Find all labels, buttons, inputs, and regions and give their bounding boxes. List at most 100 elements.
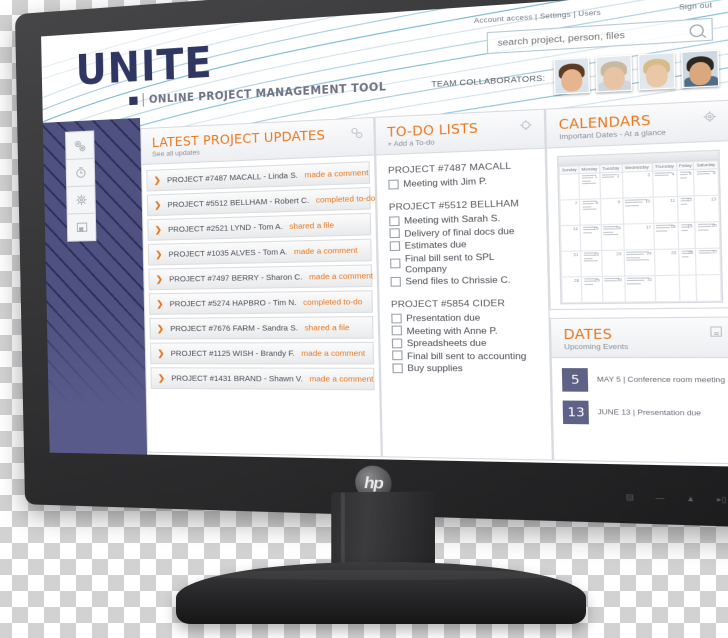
calendar-event-line — [679, 174, 688, 176]
update-row[interactable]: ❯ PROJECT #7487 MACALL - Linda S. made a c… — [146, 161, 371, 192]
plus-button[interactable]: ▲ — [686, 495, 695, 503]
todo-item[interactable]: Spreadsheets due — [391, 337, 537, 348]
calendar-event-line — [604, 280, 617, 282]
calendar-day-cell[interactable]: 17 — [623, 223, 655, 251]
calendar-day-cell[interactable]: 28 — [561, 276, 583, 303]
gears-icon[interactable] — [348, 125, 364, 141]
date-event-row[interactable]: 13 JUNE 13 | Presentation due — [562, 400, 726, 427]
sidebar-item-window[interactable] — [66, 212, 97, 242]
calendar-day-cell[interactable]: 22 — [580, 250, 603, 277]
calendar-day-number: 26 — [688, 249, 694, 255]
checkbox[interactable] — [390, 258, 401, 269]
search-icon[interactable] — [689, 23, 704, 37]
calendar-day-cell[interactable] — [679, 274, 698, 302]
note-icon[interactable] — [708, 325, 724, 339]
checkbox[interactable] — [392, 362, 403, 373]
calendar-day-number: 20 — [711, 222, 717, 228]
todo-item[interactable]: Meeting with Jim P. — [388, 174, 533, 190]
update-row[interactable]: ❯ PROJECT #1125 WISH - Brandy F. made a co… — [149, 341, 375, 365]
update-row[interactable]: ❯ PROJECT #5512 BELLHAM - Robert C. comple… — [146, 186, 376, 217]
todo-group: PROJECT #5512 BELLHAM Meeting with Sarah … — [389, 197, 536, 287]
calendar-day-cell[interactable]: 29 — [581, 276, 603, 303]
gear-icon[interactable] — [700, 108, 719, 125]
calendar-day-cell[interactable]: 27 — [695, 248, 721, 275]
avatar[interactable] — [595, 54, 633, 93]
calendar-day-cell[interactable]: 11 — [652, 196, 679, 224]
calendar-day-cell[interactable]: 23 — [601, 250, 625, 277]
calendar-day-cell[interactable]: 3 — [621, 171, 653, 199]
calendar-day-cell[interactable]: 2 — [599, 172, 623, 199]
update-row[interactable]: ❯ PROJECT #2521 LYND - Tom A. shared a fil… — [147, 212, 372, 241]
todo-item[interactable]: Presentation due — [391, 311, 536, 323]
checkbox[interactable] — [390, 276, 401, 287]
checkbox[interactable] — [391, 313, 402, 323]
todo-item[interactable]: Buy supplies — [392, 362, 537, 373]
todo-group-title: PROJECT #5512 BELLHAM — [388, 197, 520, 213]
calendar-day-cell[interactable]: 13 — [694, 195, 720, 223]
update-project: PROJECT #1431 BRAND - Shawn V. — [171, 373, 303, 384]
update-row[interactable]: ❯ PROJECT #5274 HAPBRO - Tim N. completed … — [148, 290, 373, 315]
calendar-day-cell[interactable]: 20 — [695, 221, 720, 249]
calendar-day-cell[interactable]: 26 — [678, 248, 697, 276]
avatar[interactable] — [553, 57, 590, 95]
calendar-day-number: 13 — [710, 196, 717, 202]
update-row[interactable]: ❯ PROJECT #7676 FARM - Sandra S. shared a … — [149, 316, 374, 340]
input-button[interactable]: ▸▯ — [717, 495, 727, 504]
avatar[interactable] — [681, 49, 720, 89]
calendar-day-cell[interactable]: 16 — [600, 224, 624, 251]
checkbox[interactable] — [389, 240, 401, 251]
checkbox[interactable] — [389, 215, 400, 226]
sidebar-item-gear[interactable] — [66, 185, 96, 215]
calendar-day-cell[interactable]: 7 — [560, 199, 581, 226]
calendar-day-cell[interactable]: 19 — [678, 222, 696, 249]
calendar-day-cell[interactable]: 10 — [622, 197, 654, 225]
checkbox[interactable] — [391, 325, 403, 336]
date-event-row[interactable]: 5 MAY 5 | Conference room meeting — [562, 368, 725, 393]
calendar-day-cell[interactable]: 31 — [624, 275, 656, 303]
calendar-day-cell[interactable] — [559, 173, 580, 201]
checkbox[interactable] — [391, 338, 403, 348]
sidebar-item-gears[interactable] — [64, 130, 95, 161]
calendar-day-cell[interactable]: 21 — [561, 250, 582, 278]
checkbox[interactable] — [392, 350, 403, 361]
calendar-event-line — [698, 252, 712, 255]
menu-button[interactable]: ▤ — [626, 493, 635, 502]
todo-item[interactable]: Estimates due — [389, 237, 535, 251]
minus-button[interactable]: — — [655, 494, 664, 502]
calendar-day-cell[interactable]: 24 — [623, 249, 655, 277]
calendar-day-number: 12 — [686, 197, 693, 202]
calendar-day-cell[interactable]: 12 — [677, 195, 696, 223]
calendar-day-cell[interactable]: 25 — [654, 248, 680, 276]
calendar-day-cell[interactable]: 5 — [676, 169, 695, 197]
calendar-day-cell[interactable]: 8 — [579, 198, 601, 226]
todo-groups: PROJECT #7487 MACALL Meeting with Jim P. P… — [376, 149, 550, 396]
calendar-day-cell[interactable]: 30 — [602, 276, 625, 303]
update-row[interactable]: ❯ PROJECT #1035 ALVES - Tom A. made a comm… — [147, 238, 372, 266]
update-project: PROJECT #7676 FARM - Sandra S. — [170, 323, 299, 334]
calendar-day-cell[interactable]: 18 — [653, 222, 679, 250]
todo-item[interactable]: Final bill sent to SPL Company — [390, 250, 536, 275]
calendar-widget[interactable]: Sunday Monday Tuesday Wednesday Thursday Frid… — [547, 141, 728, 309]
calendar-day-cell[interactable]: 1 — [579, 172, 601, 200]
update-project: PROJECT #5274 HAPBRO - Tim N. — [169, 297, 297, 309]
calendar-event-line — [625, 204, 640, 207]
todo-item[interactable]: Meeting with Anne P. — [391, 324, 537, 336]
todo-item[interactable]: Send files to Chrissie C. — [390, 274, 535, 287]
sidebar-item-clock[interactable] — [65, 157, 96, 188]
calendar-day-cell[interactable]: 15 — [580, 224, 602, 251]
calendar-day-cell[interactable]: 4 — [652, 170, 678, 198]
monitor-control-buttons[interactable]: ▤ — ▲ ▸▯ — [626, 493, 727, 505]
todo-item[interactable]: Final bill sent to accounting — [392, 350, 537, 361]
calendar-day-cell[interactable] — [654, 275, 680, 302]
calendar-day-cell[interactable]: 6 — [693, 168, 719, 196]
update-row[interactable]: ❯ PROJECT #1431 BRAND - Shawn V. made a co… — [150, 367, 375, 391]
calendar-day-cell[interactable]: 14 — [560, 225, 581, 252]
calendar-day-cell[interactable]: 9 — [600, 198, 624, 225]
avatar[interactable] — [637, 52, 676, 91]
calendar-day-cell[interactable] — [696, 274, 722, 302]
checkbox[interactable] — [388, 178, 399, 190]
checkbox[interactable] — [389, 228, 400, 239]
update-row[interactable]: ❯ PROJECT #7497 BERRY - Sharon C. made a c… — [148, 264, 373, 291]
collaborators-label: TEAM COLLABORATORS: — [431, 72, 546, 89]
gear-icon[interactable] — [517, 117, 534, 133]
